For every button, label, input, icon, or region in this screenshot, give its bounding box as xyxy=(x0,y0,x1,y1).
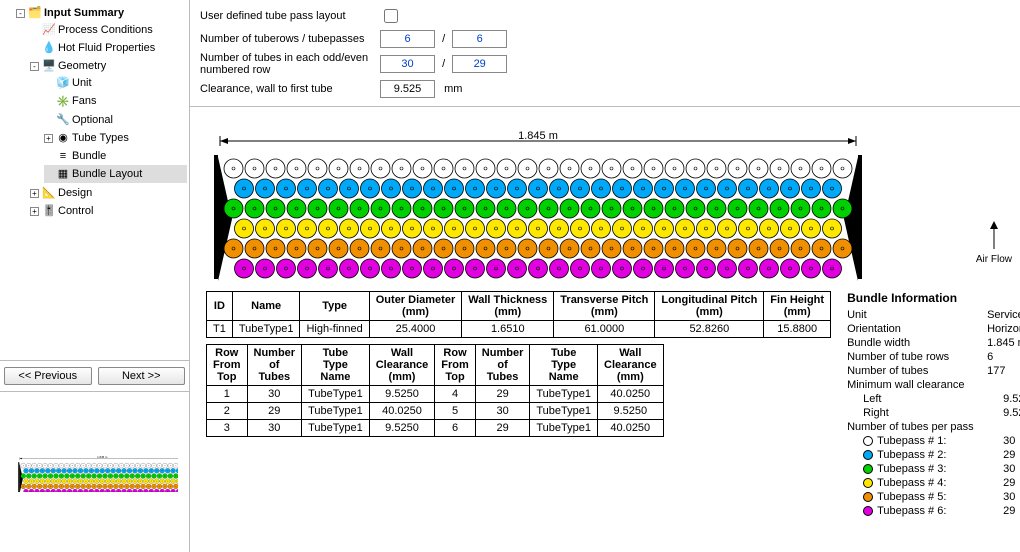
prop-clear-label: Clearance, wall to first tube xyxy=(196,78,376,100)
prop-clear-unit: mm xyxy=(438,83,462,95)
input-tuberows[interactable] xyxy=(380,30,435,48)
input-even-tubes[interactable] xyxy=(452,55,507,73)
input-wall-clearance[interactable] xyxy=(380,80,435,98)
prop-tubes-label: Number of tubes in each odd/even numbere… xyxy=(196,50,376,78)
tree-control[interactable]: +🎚️Control xyxy=(30,202,187,220)
props-panel: User defined tube pass layout Number of … xyxy=(190,0,1020,107)
tree-view: -🗂️Input Summary 📈Process Conditions 💧Ho… xyxy=(0,0,189,360)
air-flow-label: Air Flow xyxy=(976,254,1012,265)
svg-text:1.845 m: 1.845 m xyxy=(97,455,108,459)
bundle-info-title: Bundle Information xyxy=(847,291,1020,305)
svg-text:1.845 m: 1.845 m xyxy=(518,130,558,142)
tree-geometry[interactable]: -🖥️Geometry 🧊Unit ✳️Fans 🔧Optional +◉Tub… xyxy=(30,57,187,184)
tree-unit[interactable]: 🧊Unit xyxy=(44,74,187,92)
prop-userdef-label: User defined tube pass layout xyxy=(196,4,376,28)
prev-button[interactable]: << Previous xyxy=(4,367,92,385)
tree-fans[interactable]: ✳️Fans xyxy=(44,92,187,110)
prop-rows-label: Number of tuberows / tubepasses xyxy=(196,28,376,50)
prop-userdef-checkbox[interactable] xyxy=(384,9,398,23)
tree-bundle-layout[interactable]: ▦Bundle Layout xyxy=(44,165,187,183)
tree-bundle[interactable]: ≡Bundle xyxy=(44,147,187,165)
tree-process[interactable]: 📈Process Conditions xyxy=(30,21,187,39)
bundle-diagram: 1.845 m Air Flow xyxy=(190,129,1020,285)
input-tubepasses[interactable] xyxy=(452,30,507,48)
mini-preview: 1.845 m xyxy=(0,392,189,552)
tree-optional[interactable]: 🔧Optional xyxy=(44,111,187,129)
tree-tubetypes[interactable]: +◉Tube Types xyxy=(44,129,187,147)
tree-design[interactable]: +📐Design xyxy=(30,184,187,202)
tree-hotfluid[interactable]: 💧Hot Fluid Properties xyxy=(30,39,187,57)
next-button[interactable]: Next >> xyxy=(98,367,186,385)
tree-root[interactable]: -🗂️Input Summary 📈Process Conditions 💧Ho… xyxy=(16,4,187,221)
input-odd-tubes[interactable] xyxy=(380,55,435,73)
rows-table: RowFromTopNumberofTubesTubeTypeNameWallC… xyxy=(206,344,831,437)
tube-types-table: IDNameTypeOuter Diameter (mm)Wall Thickn… xyxy=(206,291,831,338)
bundle-info: Bundle Information UnitService F only Or… xyxy=(847,291,1020,518)
